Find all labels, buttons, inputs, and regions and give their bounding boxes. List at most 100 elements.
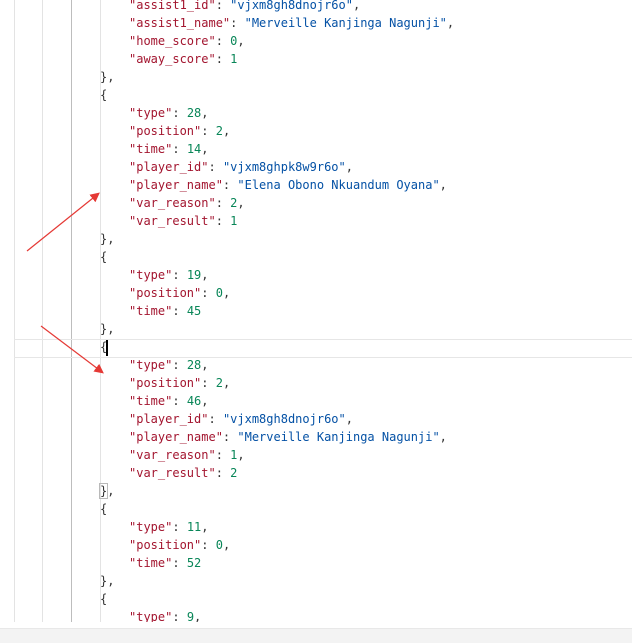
code-line[interactable]: "assist1_name": "Merveille Kanjinga Nagu… — [0, 14, 632, 32]
line-content: "position": 2, — [129, 122, 230, 140]
line-content: "type": 9, — [129, 608, 201, 622]
line-content: "player_name": "Merveille Kanjinga Nagun… — [129, 428, 447, 446]
text-cursor — [106, 340, 108, 356]
json-key: "time" — [129, 556, 173, 570]
bracket: { — [100, 88, 108, 102]
line-content: "position": 2, — [129, 374, 230, 392]
code-line[interactable]: "player_name": "Merveille Kanjinga Nagun… — [0, 428, 632, 446]
colon: : — [201, 124, 216, 138]
json-key: "time" — [129, 304, 173, 318]
colon: : — [208, 412, 223, 426]
json-key: "type" — [129, 520, 173, 534]
comma: , — [201, 142, 209, 156]
code-line[interactable]: "time": 46, — [0, 392, 632, 410]
json-key: "var_result" — [129, 214, 216, 228]
line-content: "var_reason": 1, — [129, 446, 245, 464]
colon: : — [172, 304, 187, 318]
comma: , — [222, 124, 231, 138]
code-line[interactable]: "home_score": 0, — [0, 32, 632, 50]
line-content: "var_result": 2 — [129, 464, 237, 482]
colon: : — [230, 16, 245, 30]
colon: : — [222, 430, 238, 444]
horizontal-scrollbar[interactable] — [0, 628, 632, 643]
comma: , — [345, 160, 353, 174]
colon: : — [222, 178, 238, 192]
colon: : — [201, 376, 216, 390]
colon: : — [172, 556, 187, 570]
line-content: "time": 46, — [129, 392, 209, 410]
line-content: "player_name": "Elena Obono Nkuandum Oya… — [129, 176, 447, 194]
line-content: }, — [100, 572, 114, 590]
code-line[interactable]: "time": 14, — [0, 140, 632, 158]
line-content: "position": 0, — [129, 536, 230, 554]
json-key: "player_name" — [129, 430, 223, 444]
code-line[interactable]: "position": 2, — [0, 122, 632, 140]
code-line[interactable]: "var_reason": 1, — [0, 446, 632, 464]
code-line[interactable]: "type": 28, — [0, 104, 632, 122]
code-line[interactable]: "position": 0, — [0, 536, 632, 554]
bracket: }, — [100, 574, 115, 588]
code-line[interactable]: "player_id": "vjxm8ghpk8w9r6o", — [0, 158, 632, 176]
code-line-bracket[interactable]: { — [0, 86, 632, 104]
colon: : — [201, 286, 216, 300]
code-line[interactable]: "assist1_id": "vjxm8gh8dnojr6o", — [0, 0, 632, 14]
comma: , — [237, 34, 245, 48]
json-string-value: "vjxm8gh8dnojr6o" — [222, 412, 346, 426]
code-line-bracket[interactable]: { — [0, 500, 632, 518]
line-content: "time": 52 — [129, 554, 201, 572]
code-line[interactable]: "player_name": "Elena Obono Nkuandum Oya… — [0, 176, 632, 194]
code-line-bracket[interactable]: }, — [0, 230, 632, 248]
json-number-value: 9 — [186, 610, 195, 622]
code-line-bracket[interactable]: { — [0, 248, 632, 266]
colon: : — [172, 106, 187, 120]
code-line-bracket[interactable]: }, — [0, 68, 632, 86]
matched-bracket: } — [98, 483, 109, 499]
code-line-bracket[interactable]: }, — [0, 320, 632, 338]
json-string-value: "vjxm8ghpk8w9r6o" — [222, 160, 346, 174]
code-line[interactable]: "var_result": 1 — [0, 212, 632, 230]
json-key: "assist1_name" — [129, 16, 231, 30]
colon: : — [215, 448, 231, 462]
json-number-value: 2 — [215, 124, 223, 138]
comma: , — [222, 376, 231, 390]
json-key: "position" — [129, 538, 202, 552]
json-number-value: 28 — [186, 106, 202, 120]
code-line[interactable]: "away_score": 1 — [0, 50, 632, 68]
code-line[interactable]: "type": 11, — [0, 518, 632, 536]
json-number-value: 52 — [186, 556, 202, 570]
bracket: }, — [100, 70, 115, 84]
line-content: "var_result": 1 — [129, 212, 237, 230]
code-line[interactable]: "position": 0, — [0, 284, 632, 302]
code-line[interactable]: "player_id": "vjxm8gh8dnojr6o", — [0, 410, 632, 428]
comma: , — [194, 610, 202, 622]
line-content: }, — [100, 230, 114, 248]
code-line-bracket[interactable]: { — [0, 590, 632, 608]
colon: : — [172, 520, 187, 534]
colon: : — [215, 196, 231, 210]
json-key: "type" — [129, 268, 173, 282]
code-line[interactable]: "position": 2, — [0, 374, 632, 392]
json-key: "var_reason" — [129, 196, 216, 210]
code-line[interactable]: "type": 28, — [0, 356, 632, 374]
json-number-value: 0 — [215, 538, 223, 552]
code-line[interactable]: "type": 19, — [0, 266, 632, 284]
code-line[interactable]: "type": 9, — [0, 608, 632, 622]
comma: , — [439, 178, 447, 192]
code-line[interactable]: "var_result": 2 — [0, 464, 632, 482]
code-line-bracket[interactable]: }, — [0, 572, 632, 590]
comma: , — [237, 448, 245, 462]
comma: , — [345, 412, 353, 426]
code-line[interactable]: "time": 45 — [0, 302, 632, 320]
line-content: "time": 14, — [129, 140, 209, 158]
json-number-value: 1 — [230, 52, 238, 66]
code-editor[interactable]: "assist1_id": "vjxm8gh8dnojr6o", "assist1… — [0, 0, 632, 622]
code-line-bracket[interactable]: { — [0, 338, 632, 356]
code-line[interactable]: "var_reason": 2, — [0, 194, 632, 212]
line-content: }, — [100, 68, 114, 86]
bracket: }, — [100, 232, 115, 246]
code-line[interactable]: "time": 52 — [0, 554, 632, 572]
code-line-bracket[interactable]: }, — [0, 482, 632, 500]
json-key: "position" — [129, 286, 202, 300]
colon: : — [172, 142, 187, 156]
comma: , — [201, 358, 209, 372]
